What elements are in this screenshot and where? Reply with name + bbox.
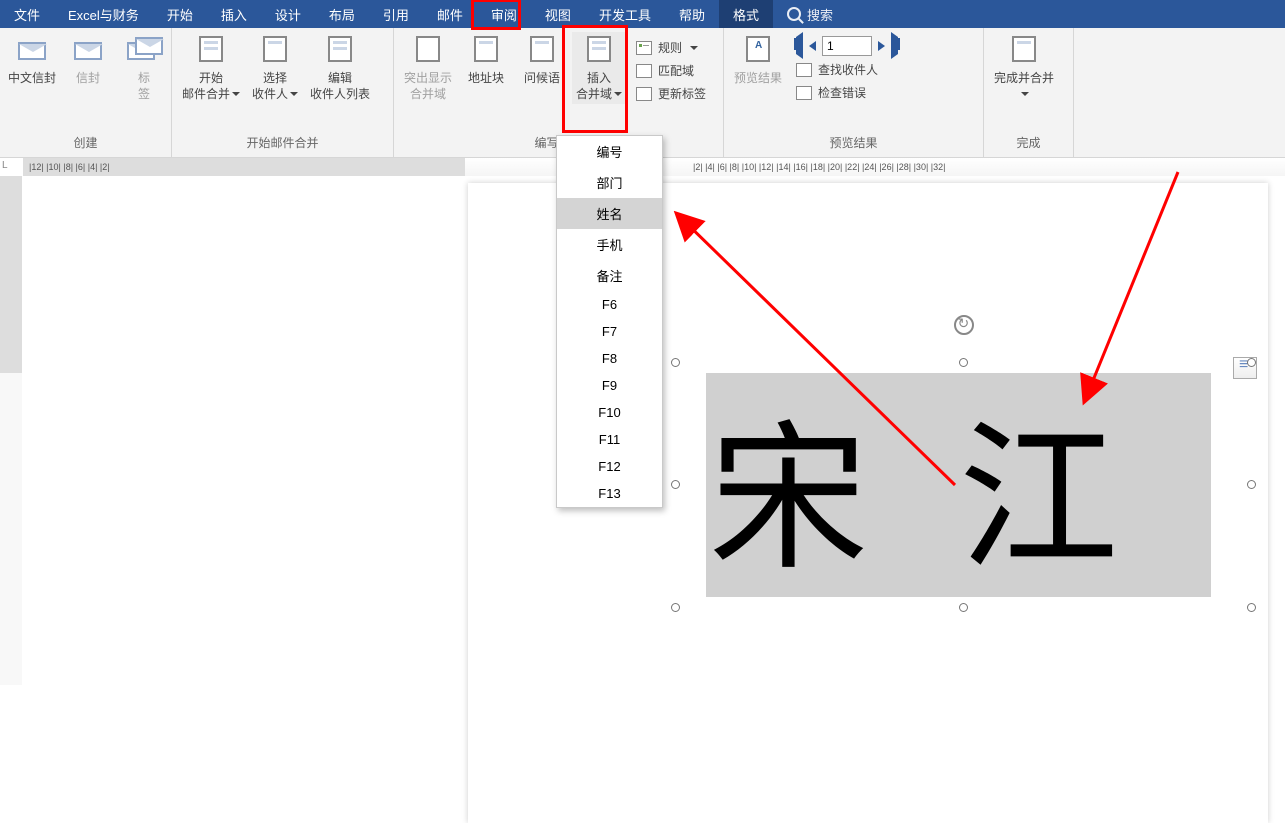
tab-review[interactable]: 审阅 [477, 0, 531, 28]
resize-handle[interactable] [671, 480, 680, 489]
merge-field-option[interactable]: F13 [557, 480, 662, 507]
merge-field-option[interactable]: F7 [557, 318, 662, 345]
resize-handle[interactable] [1247, 603, 1256, 612]
edit-recipients-button[interactable]: 编辑 收件人列表 [306, 32, 374, 104]
merge-field-option[interactable]: F11 [557, 426, 662, 453]
tab-view[interactable]: 视图 [531, 0, 585, 28]
resize-handle[interactable] [959, 603, 968, 612]
find-recipient-icon [796, 63, 812, 77]
select-recipients-button[interactable]: 选择 收件人 [248, 32, 302, 104]
update-labels-icon [636, 87, 652, 101]
merge-field-option[interactable]: F12 [557, 453, 662, 480]
tab-home[interactable]: 开始 [153, 0, 207, 28]
tab-excel-finance[interactable]: Excel与财务 [54, 0, 153, 28]
search-placeholder: 搜索 [807, 5, 833, 24]
group-label-start-merge: 开始邮件合并 [172, 131, 393, 157]
vertical-ruler[interactable] [0, 176, 22, 685]
rules-button[interactable]: 规则 [630, 36, 712, 59]
merge-field-option[interactable]: 备注 [557, 260, 662, 291]
merge-field-option[interactable]: 部门 [557, 167, 662, 198]
chinese-envelope-button[interactable]: 中文信封 [6, 32, 58, 88]
finish-merge-button[interactable]: 完成并合并 [990, 32, 1058, 104]
update-labels-button[interactable]: 更新标签 [630, 82, 712, 105]
check-errors-button[interactable]: 检查错误 [790, 81, 904, 104]
tab-mailings[interactable]: 邮件 [423, 0, 477, 28]
tab-references[interactable]: 引用 [369, 0, 423, 28]
chevron-down-icon [690, 46, 698, 50]
tell-me-search[interactable]: 搜索 [773, 0, 847, 28]
merge-field-option[interactable]: 手机 [557, 229, 662, 260]
tab-help[interactable]: 帮助 [665, 0, 719, 28]
group-label-create: 创建 [0, 131, 171, 157]
record-number-input[interactable] [822, 36, 872, 56]
merge-field-option[interactable]: 编号 [557, 136, 662, 167]
ribbon-tabs: 文件 Excel与财务 开始 插入 设计 布局 引用 邮件 审阅 视图 开发工具… [0, 0, 1285, 28]
chevron-down-icon [232, 92, 240, 96]
envelope-button[interactable]: 信封 [62, 32, 114, 88]
merge-field-option[interactable]: F6 [557, 291, 662, 318]
start-mail-merge-button[interactable]: 开始 邮件合并 [178, 32, 244, 104]
find-recipient-button[interactable]: 查找收件人 [790, 58, 904, 81]
group-label-preview: 预览结果 [724, 131, 983, 157]
chevron-down-icon [614, 92, 622, 96]
first-record-button[interactable] [794, 37, 803, 55]
chevron-down-icon [1021, 92, 1029, 96]
labels-button[interactable]: 标 签 [118, 32, 170, 104]
match-fields-icon [636, 64, 652, 78]
tab-file[interactable]: 文件 [0, 0, 54, 28]
tab-design[interactable]: 设计 [261, 0, 315, 28]
tab-layout[interactable]: 布局 [315, 0, 369, 28]
match-fields-button[interactable]: 匹配域 [630, 59, 712, 82]
preview-results-button[interactable]: 预览结果 [730, 32, 786, 88]
greeting-line-button[interactable]: 问候语 [516, 32, 568, 88]
last-record-button[interactable] [891, 37, 900, 55]
resize-handle[interactable] [671, 603, 680, 612]
ruler-unit-label: L [2, 160, 8, 171]
insert-merge-field-dropdown[interactable]: 编号部门姓名手机备注F6F7F8F9F10F11F12F13 [556, 135, 663, 508]
resize-handle[interactable] [1247, 358, 1256, 367]
tab-format[interactable]: 格式 [719, 0, 773, 28]
insert-merge-field-button[interactable]: 插入 合并域 [572, 32, 626, 104]
tab-developer[interactable]: 开发工具 [585, 0, 665, 28]
rules-icon [636, 41, 652, 55]
resize-handle[interactable] [1247, 480, 1256, 489]
merge-field-option[interactable]: F9 [557, 372, 662, 399]
chevron-down-icon [290, 92, 298, 96]
check-errors-icon [796, 86, 812, 100]
selected-textbox[interactable]: 宋江 [676, 363, 1251, 607]
textbox-content[interactable]: 宋江 [706, 373, 1211, 597]
search-icon [787, 7, 801, 21]
merge-field-option[interactable]: F8 [557, 345, 662, 372]
resize-handle[interactable] [959, 358, 968, 367]
tab-insert[interactable]: 插入 [207, 0, 261, 28]
highlight-merge-fields-button[interactable]: 突出显示 合并域 [400, 32, 456, 104]
prev-record-button[interactable] [809, 41, 816, 51]
merge-field-option[interactable]: F10 [557, 399, 662, 426]
rotate-handle[interactable] [954, 315, 974, 335]
merge-field-option[interactable]: 姓名 [557, 198, 662, 229]
group-label-finish: 完成 [984, 131, 1073, 157]
address-block-button[interactable]: 地址块 [460, 32, 512, 88]
resize-handle[interactable] [671, 358, 680, 367]
next-record-button[interactable] [878, 41, 885, 51]
